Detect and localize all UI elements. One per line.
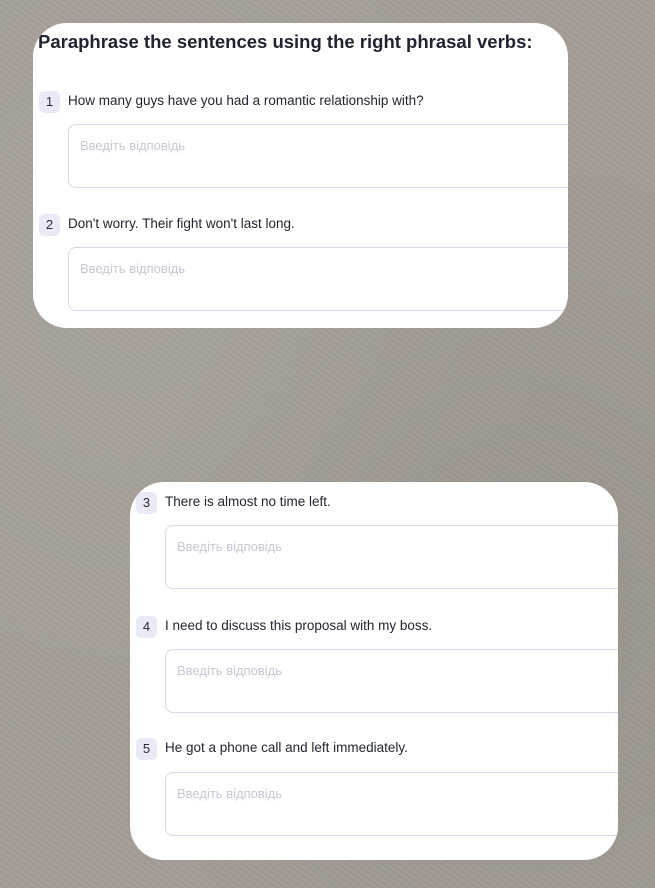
question-number-badge: 2 <box>39 214 60 236</box>
question-number-badge: 1 <box>39 91 60 113</box>
answer-input-3[interactable] <box>165 525 618 589</box>
question-text: Don't worry. Their fight won't last long… <box>68 216 295 231</box>
exercise-heading: Paraphrase the sentences using the right… <box>38 31 533 52</box>
exercise-card-top: Paraphrase the sentences using the right… <box>33 23 568 328</box>
answer-input-2[interactable] <box>68 247 568 311</box>
exercise-card-bottom: 3 There is almost no time left. 4 I need… <box>130 482 618 860</box>
answer-input-4[interactable] <box>165 649 618 713</box>
question-text: I need to discuss this proposal with my … <box>165 618 433 633</box>
answer-input-1[interactable] <box>68 124 568 188</box>
question-text: How many guys have you had a romantic re… <box>68 93 424 108</box>
question-5: 5 He got a phone call and left immediate… <box>130 737 618 761</box>
question-1: 1 How many guys have you had a romantic … <box>33 90 568 114</box>
question-number-badge: 4 <box>136 616 157 638</box>
question-3: 3 There is almost no time left. <box>130 491 618 515</box>
question-number-badge: 3 <box>136 492 157 514</box>
question-2: 2 Don't worry. Their fight won't last lo… <box>33 213 568 237</box>
question-text: He got a phone call and left immediately… <box>165 740 408 755</box>
answer-input-5[interactable] <box>165 772 618 836</box>
question-number-badge: 5 <box>136 738 157 760</box>
question-text: There is almost no time left. <box>165 494 331 509</box>
question-4: 4 I need to discuss this proposal with m… <box>130 615 618 639</box>
